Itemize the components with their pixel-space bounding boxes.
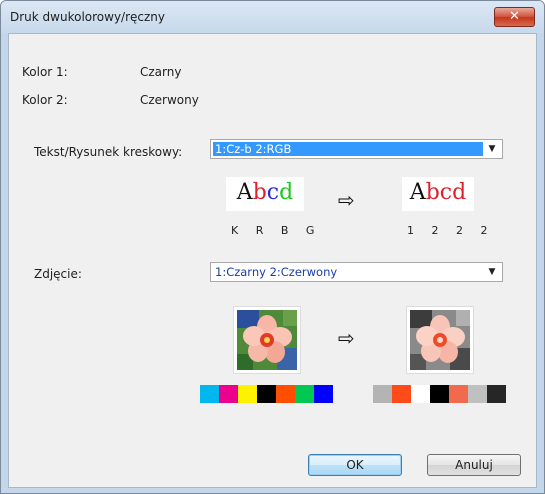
color-swatch — [411, 385, 430, 403]
window-title: Druk dwukolorowy/ręczny — [10, 10, 166, 24]
text-after-codes: 1 2 2 2 — [407, 224, 495, 237]
dialog-body: Kolor 1: Czarny Kolor 2: Czerwony Tekst/… — [8, 33, 537, 488]
kolor1-label: Kolor 1: — [22, 65, 68, 79]
color-swatch — [257, 385, 276, 403]
flower-photo-color — [234, 307, 300, 373]
chevron-down-icon: ▼ — [488, 267, 496, 277]
color-swatch — [449, 385, 468, 403]
kolor2-value: Czerwony — [140, 93, 199, 107]
color-swatch — [392, 385, 411, 403]
flower-color-image — [237, 310, 297, 370]
color-swatch — [219, 385, 238, 403]
photo-mode-label: Zdjęcie: — [34, 267, 82, 281]
cancel-button[interactable]: Anuluj — [427, 454, 521, 476]
arrow-right-icon: ⇨ — [338, 188, 355, 212]
color-swatch — [276, 385, 295, 403]
flower-photo-two-color — [407, 307, 473, 373]
text-mode-selected: 1:Cz-b 2:RGB — [213, 142, 483, 156]
sample-text-color: Abcd — [236, 180, 294, 205]
color-swatch — [430, 385, 449, 403]
color-swatch — [238, 385, 257, 403]
text-before-codes: K R B G — [231, 224, 322, 237]
flower-two-color-image — [410, 310, 470, 370]
kolor1-value: Czarny — [140, 65, 182, 79]
text-preview-before: Abcd — [226, 177, 304, 211]
title-bar: Druk dwukolorowy/ręczny ✕ — [1, 1, 544, 33]
color-swatch — [200, 385, 219, 403]
color-swatch — [468, 385, 487, 403]
sample-text-two-color: Abcd — [409, 180, 467, 205]
color-swatch — [373, 385, 392, 403]
color-swatches-after — [373, 385, 506, 403]
dialog-window: Druk dwukolorowy/ręczny ✕ Kolor 1: Czarn… — [0, 0, 545, 494]
photo-mode-select[interactable]: 1:Czarny 2:Czerwony ▼ — [210, 262, 503, 282]
color-swatch — [314, 385, 333, 403]
close-button[interactable]: ✕ — [494, 7, 535, 27]
arrow-right-icon: ⇨ — [338, 326, 355, 350]
chevron-down-icon: ▼ — [488, 144, 496, 154]
photo-mode-selected: 1:Czarny 2:Czerwony — [215, 265, 338, 279]
text-preview-after: Abcd — [402, 177, 474, 211]
kolor2-label: Kolor 2: — [22, 93, 68, 107]
text-mode-select[interactable]: 1:Cz-b 2:RGB ▼ — [210, 139, 503, 159]
text-mode-label: Tekst/Rysunek kreskowy: — [34, 145, 183, 159]
color-swatch — [487, 385, 506, 403]
ok-button[interactable]: OK — [308, 454, 402, 476]
color-swatch — [295, 385, 314, 403]
color-swatches-before — [200, 385, 333, 403]
